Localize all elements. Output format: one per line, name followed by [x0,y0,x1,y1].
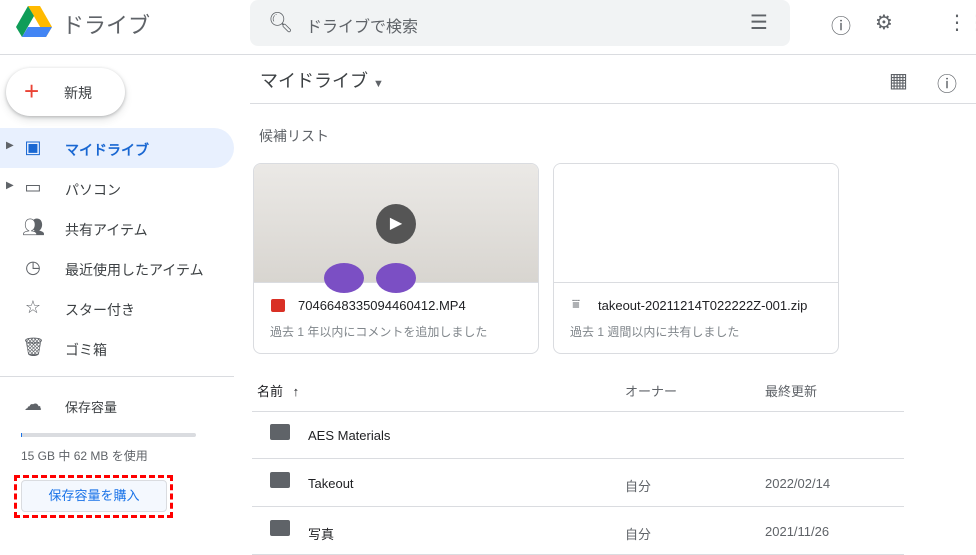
shared-folder-icon [270,424,290,440]
file-list-header: 名前 ↑ オーナー 最終更新 [252,364,904,412]
sidebar-item-computers[interactable]: ▶ ▭ パソコン [0,168,234,208]
computer-icon: ▭ [24,177,42,197]
clock-icon: ◷ [25,257,41,277]
storage-usage: 15 GB 中 62 MB を使用 [21,449,148,463]
table-row[interactable]: AES Materials [252,411,904,459]
suggested-card[interactable]: ▶ 7046648335094460412.MP4 過去 1 年以内にコメントを… [253,163,539,354]
app-title: ドライブ [62,13,151,38]
play-icon[interactable]: ▶ [376,204,416,244]
table-row[interactable]: 写真 自分 2021/11/26 [252,507,904,555]
search-icon[interactable]: 🔍︎ [268,10,293,35]
search-input[interactable]: ドライブで検索 [306,13,418,37]
grid-view-icon[interactable]: ▦ [889,68,908,93]
cloud-icon: ☁ [24,394,42,414]
divider [0,376,234,377]
filter-options-icon[interactable]: ☰ [750,10,768,35]
expand-arrow-icon[interactable]: ▶ [6,140,14,151]
card-file-name: 7046648335094460412.MP4 [298,298,466,313]
sidebar-item-starred[interactable]: ☆ スター付き [0,288,234,328]
folder-icon [270,520,290,536]
search-bar[interactable]: 🔍︎ ドライブで検索 ☰ [250,0,790,46]
card-activity: 過去 1 年以内にコメントを追加しました [270,325,488,339]
star-icon: ☆ [24,297,42,317]
help-icon[interactable]: ⓘ [831,10,851,39]
column-owner: オーナー [625,384,678,399]
shared-folder-icon [270,472,290,488]
sort-arrow-up-icon: ↑ [292,384,300,399]
sidebar-item-storage[interactable]: ☁ 保存容量 [0,385,234,425]
info-icon[interactable]: ⓘ [937,68,957,97]
video-thumbnail: ▶ [254,164,538,293]
video-file-icon [271,299,285,312]
card-activity: 過去 1 週間以内に共有しました [570,325,740,339]
divider [250,103,976,104]
people-icon: 👥︎ [22,217,45,237]
sidebar-item-trash[interactable]: 🗑︎ ゴミ箱 [0,328,234,368]
zip-file-icon: ⩸ [572,296,580,311]
sidebar-item-my-drive[interactable]: ▶ ▣ マイドライブ [0,128,234,168]
column-modified[interactable]: 最終更新 [765,381,817,400]
plus-icon: + [24,76,40,106]
new-button[interactable]: + 新規 [6,68,125,116]
sidebar-item-shared[interactable]: 👥︎ 共有アイテム [0,208,234,248]
card-file-name: takeout-20211214T022222Z-001.zip [598,298,808,313]
drive-icon: ▣ [24,137,42,157]
suggested-heading: 候補リスト [259,128,329,144]
apps-grid-icon[interactable]: ⋮⋮ [947,10,976,35]
top-bar: ドライブ 🔍︎ ドライブで検索 ☰ ⓘ ⚙ ⋮⋮ [0,0,976,55]
dropdown-arrow-icon: ▼ [373,78,384,90]
suggested-card[interactable]: ⩸ takeout-20211214T022222Z-001.zip 過去 1 … [553,163,839,354]
settings-icon[interactable]: ⚙ [875,10,893,35]
expand-arrow-icon[interactable]: ▶ [6,180,14,191]
column-name[interactable]: 名前 ↑ [257,381,299,400]
page-title[interactable]: マイドライブ ▼ [260,67,384,93]
sidebar-item-recent[interactable]: ◷ 最近使用したアイテム [0,248,234,288]
storage-bar [21,433,196,437]
drive-logo-icon [16,6,52,37]
trash-icon: 🗑︎ [22,337,45,357]
buy-storage-button[interactable]: 保存容量を購入 [21,480,167,512]
table-row[interactable]: Takeout 自分 2022/02/14 [252,459,904,507]
